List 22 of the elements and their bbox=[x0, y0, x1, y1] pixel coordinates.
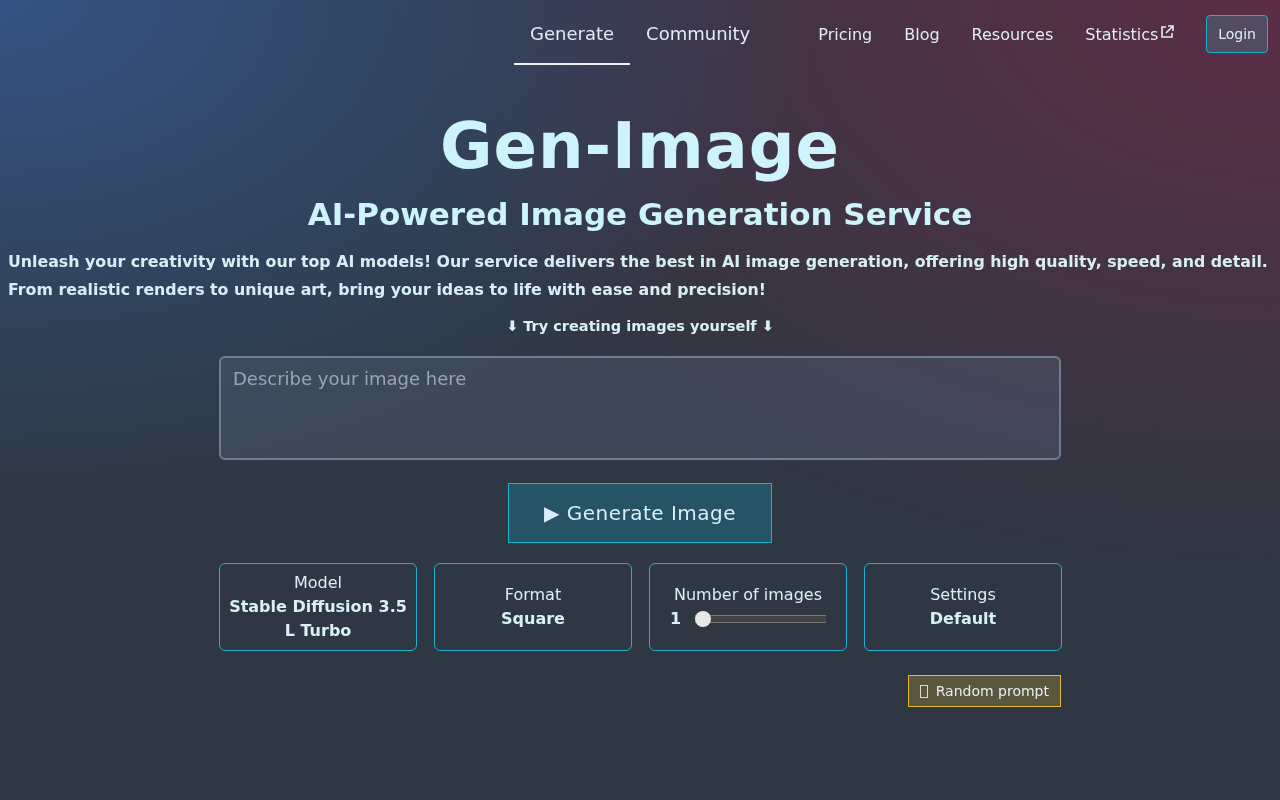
nav-link[interactable]: Pricing bbox=[818, 24, 873, 44]
option-card[interactable]: Settings Default bbox=[864, 563, 1062, 651]
slider-thumb[interactable] bbox=[695, 611, 712, 627]
missing-glyph-icon bbox=[919, 684, 928, 698]
slider-value: 1 bbox=[670, 608, 682, 630]
nav-link[interactable]: Resources bbox=[971, 24, 1054, 44]
random-prompt-button[interactable]: Random prompt bbox=[907, 675, 1061, 707]
option-card[interactable]: Model Stable Diffusion 3.5 L Turbo bbox=[219, 563, 417, 651]
option-card[interactable]: Format Square bbox=[434, 563, 632, 651]
prompt-field[interactable]: Describe your image here bbox=[219, 356, 1061, 460]
nav-link[interactable]: Blog bbox=[904, 24, 940, 44]
option-label: Number of images bbox=[673, 584, 822, 606]
hero-subtitle: AI-Powered Image Generation Service bbox=[307, 195, 973, 234]
nav-tab[interactable]: Community bbox=[630, 3, 767, 65]
hero-description: Unleash your creativity with our top AI models! Our service delivers the best in AI image generation, offering high quality, speed, and detail. From realistic renders to unique art, bring your ideas to life with ease and precision! bbox=[8, 251, 1269, 301]
nav-tab[interactable]: Generate bbox=[514, 3, 631, 65]
nav-link[interactable]: Statistics bbox=[1085, 24, 1175, 44]
external-link-icon bbox=[1160, 24, 1175, 39]
hero-title: Gen-Image bbox=[440, 108, 840, 185]
generate-button[interactable]: ▶ Generate Image bbox=[508, 483, 772, 543]
login-button[interactable]: Login bbox=[1206, 15, 1268, 53]
try-hint: ⬇ Try creating images yourself ⬇ bbox=[506, 318, 774, 334]
